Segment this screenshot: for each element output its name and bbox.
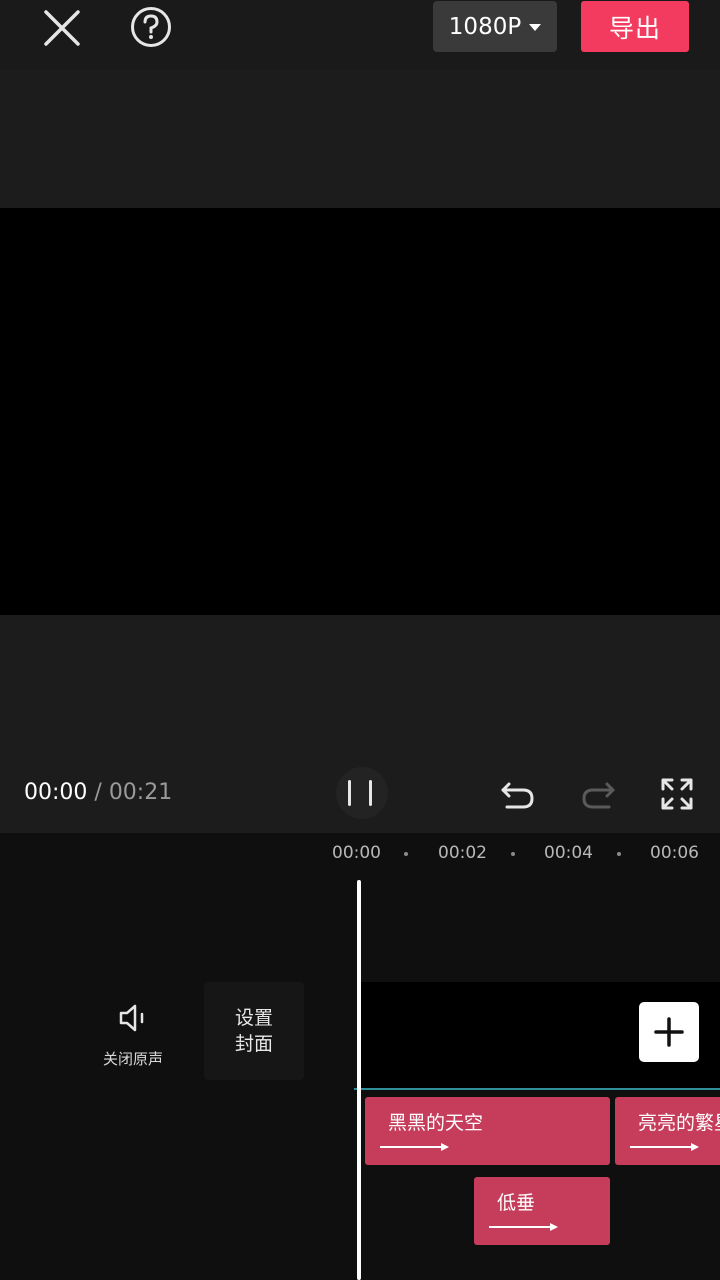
ruler-tick [404, 852, 408, 856]
cover-label-line2: 封面 [234, 1033, 273, 1055]
text-clip-label: 亮亮的繁星 [638, 1112, 720, 1134]
resolution-selector[interactable]: 1080P [433, 1, 557, 52]
redo-button[interactable] [579, 775, 617, 813]
mute-original-audio-button[interactable]: 关闭原声 [96, 998, 170, 1072]
redo-icon [582, 782, 615, 809]
cover-label-line1: 设置 [234, 1007, 273, 1029]
text-clip[interactable]: 亮亮的繁星 [615, 1097, 720, 1165]
ruler-label: 00:00 [332, 843, 381, 863]
top-bar: 1080P 导出 [0, 0, 720, 70]
fullscreen-button[interactable] [659, 776, 695, 812]
current-time: 00:00 [24, 780, 88, 805]
help-icon [131, 7, 171, 47]
track-divider [354, 1088, 720, 1090]
plus-icon [654, 1017, 684, 1047]
time-display: 00:00 / 00:21 [24, 780, 172, 805]
ruler-tick [511, 852, 515, 856]
undo-icon [501, 782, 534, 809]
ruler-label: 00:02 [438, 843, 487, 863]
close-button[interactable] [40, 6, 84, 50]
playhead[interactable] [357, 880, 361, 1280]
text-clip-label: 黑黑的天空 [388, 1112, 484, 1134]
add-clip-button[interactable] [639, 1002, 699, 1062]
fullscreen-icon [661, 778, 693, 810]
pause-icon [348, 780, 372, 806]
arrow-right-icon [630, 1143, 699, 1151]
chevron-down-icon [529, 24, 542, 31]
arrow-right-icon [380, 1143, 449, 1151]
mute-label: 关闭原声 [102, 1050, 163, 1068]
pause-button[interactable] [336, 767, 388, 819]
text-clip-label: 低垂 [497, 1192, 536, 1214]
ruler-tick [617, 852, 621, 856]
undo-button[interactable] [499, 775, 537, 813]
arrow-right-icon [489, 1223, 558, 1231]
ruler-label: 00:06 [650, 843, 699, 863]
set-cover-button[interactable]: 设置 封面 [204, 982, 304, 1080]
resolution-label: 1080P [448, 13, 522, 40]
text-clip[interactable]: 黑黑的天空 [365, 1097, 610, 1165]
export-button[interactable]: 导出 [581, 1, 689, 52]
close-icon [44, 10, 80, 46]
total-time: 00:21 [108, 780, 173, 805]
time-separator: / [87, 780, 109, 805]
ruler-label: 00:04 [544, 843, 593, 863]
video-preview[interactable] [0, 208, 720, 615]
preview-padding-top [0, 70, 720, 208]
text-clip[interactable]: 低垂 [474, 1177, 610, 1245]
speaker-icon [119, 1004, 144, 1032]
help-button[interactable] [129, 5, 173, 49]
